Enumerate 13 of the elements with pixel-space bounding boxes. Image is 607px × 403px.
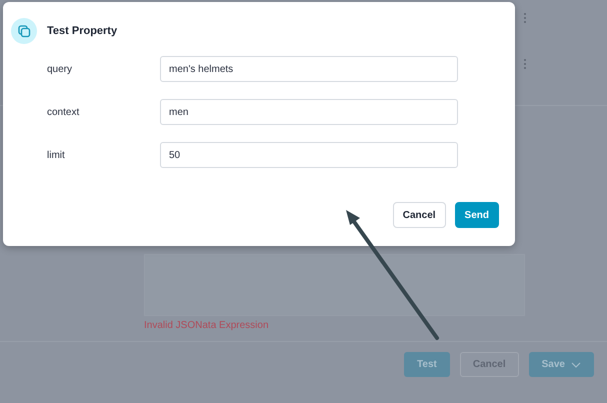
- cancel-button[interactable]: Cancel: [392, 202, 446, 228]
- more-icon[interactable]: [523, 58, 527, 70]
- input-field[interactable]: 50: [160, 142, 458, 168]
- dialog-title: Test Property: [47, 25, 118, 37]
- field-label: context: [47, 106, 80, 118]
- field-label: limit: [47, 150, 66, 160]
- field-label: query: [47, 64, 74, 74]
- error-message: Invalid JSONata Expression: [144, 320, 270, 331]
- input-field[interactable]: men: [160, 99, 458, 125]
- caret-icon: [571, 362, 581, 368]
- more-icon[interactable]: [523, 12, 527, 24]
- input-field[interactable]: men's helmets: [160, 56, 458, 82]
- copy-icon: [11, 18, 37, 44]
